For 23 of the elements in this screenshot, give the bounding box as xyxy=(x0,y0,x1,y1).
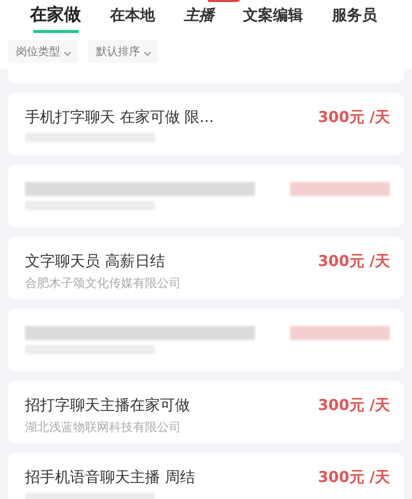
job-card[interactable]: 手机打字聊天 在家可做 限... 300元 /天 xyxy=(8,93,404,155)
filter-dropdown[interactable]: 岗位类型 xyxy=(8,40,78,63)
job-title: 招打字聊天主播在家可做 xyxy=(25,395,190,416)
job-card[interactable]: 招手机语音聊天主播 周结 300元 /天 xyxy=(8,453,404,499)
tab[interactable]: 服务员 xyxy=(332,4,377,26)
job-salary: 300元 /天 xyxy=(318,395,390,416)
filter-dropdown[interactable]: 默认排序 xyxy=(88,40,158,63)
job-title: 文字聊天员 高薪日结 xyxy=(25,251,165,272)
job-card[interactable] xyxy=(8,309,404,371)
tab[interactable]: 在家做 xyxy=(30,4,81,26)
job-card[interactable]: 招打字聊天主播在家可做 300元 /天 湖北浅蓝物联网科技有限公司 xyxy=(8,381,404,443)
job-title: 招手机语音聊天主播 周结 xyxy=(25,467,195,488)
job-salary: 300元 /天 xyxy=(318,107,390,128)
job-card[interactable]: 文字聊天员 高薪日结 300元 /天 合肥木子颂文化传媒有限公司 xyxy=(8,237,404,299)
company-name: 合肥木子颂文化传媒有限公司 xyxy=(25,275,182,292)
job-salary: 300元 /天 xyxy=(318,251,390,272)
tab[interactable]: 文案编辑 xyxy=(243,4,303,26)
company-name: 湖北浅蓝物联网科技有限公司 xyxy=(25,419,182,436)
job-title: 手机打字聊天 在家可做 限... xyxy=(25,107,214,128)
job-card[interactable] xyxy=(8,165,404,227)
job-salary: 300元 /天 xyxy=(318,467,390,488)
tab[interactable]: 主播 xyxy=(184,4,214,26)
tab[interactable]: 在本地 xyxy=(110,4,155,26)
